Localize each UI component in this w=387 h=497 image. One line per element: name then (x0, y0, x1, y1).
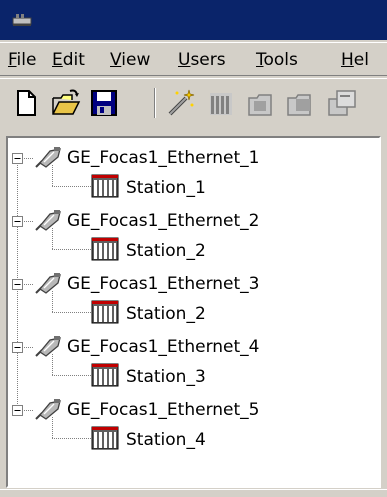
menu-view[interactable]: View (110, 49, 150, 71)
status-bar (0, 489, 387, 497)
menu-tools-accel: T (256, 50, 264, 70)
new-file-icon[interactable] (10, 87, 42, 119)
wand-icon[interactable] (164, 87, 196, 119)
properties-icon[interactable] (325, 87, 357, 119)
ethernet-channel-icon (35, 336, 61, 357)
menu-file-accel: F (8, 50, 17, 70)
menu-file-label: ile (16, 50, 37, 70)
tree-channel-node[interactable]: GE_Focas1_Ethernet_4 (67, 336, 259, 358)
menu-edit-accel: E (52, 50, 63, 70)
menu-users-label: sers (190, 50, 226, 70)
menu-file[interactable]: File (8, 49, 36, 71)
tree-device-node[interactable]: Station_2 (126, 303, 206, 325)
open-folder-icon[interactable] (50, 87, 82, 119)
menu-bar: File Edit View Users Tools Hel (0, 42, 387, 76)
ethernet-channel-icon (35, 147, 61, 168)
menu-help-label: el (353, 50, 369, 70)
menu-view-accel: V (110, 50, 122, 70)
toolbar-separator (154, 88, 156, 118)
title-bar[interactable] (0, 0, 387, 40)
station-device-icon (91, 174, 119, 198)
collapse-toggle-icon[interactable] (12, 153, 23, 164)
new-device-icon[interactable] (284, 87, 316, 119)
tree-channel-node[interactable]: GE_Focas1_Ethernet_5 (67, 399, 259, 421)
menu-view-label: iew (121, 50, 151, 70)
menu-tools-label: ools (263, 50, 298, 70)
tree-channel-node[interactable]: GE_Focas1_Ethernet_2 (67, 210, 259, 232)
collapse-toggle-icon[interactable] (12, 405, 23, 416)
collapse-toggle-icon[interactable] (12, 216, 23, 227)
tree-channel-node[interactable]: GE_Focas1_Ethernet_1 (67, 147, 259, 169)
station-device-icon (91, 426, 119, 450)
app-icon[interactable] (10, 10, 34, 30)
station-device-icon (91, 363, 119, 387)
menu-help-accel: H (341, 50, 354, 70)
new-channel-icon[interactable] (245, 87, 277, 119)
ethernet-channel-icon (35, 210, 61, 231)
menu-edit-label: dit (62, 50, 85, 70)
menu-help[interactable]: Hel (341, 49, 369, 71)
tree-device-node[interactable]: Station_4 (126, 429, 206, 451)
ethernet-channel-icon (35, 273, 61, 294)
station-device-icon (91, 237, 119, 261)
tree-device-node[interactable]: Station_1 (126, 177, 206, 199)
device-icon[interactable] (205, 87, 237, 119)
menu-tools[interactable]: Tools (256, 49, 298, 71)
tree-device-node[interactable]: Station_2 (126, 240, 206, 262)
menu-users-accel: U (178, 50, 191, 70)
toolbar (0, 78, 387, 128)
collapse-toggle-icon[interactable] (12, 279, 23, 290)
menu-users[interactable]: Users (178, 49, 226, 71)
menu-edit[interactable]: Edit (52, 49, 85, 71)
collapse-toggle-icon[interactable] (12, 342, 23, 353)
tree-device-node[interactable]: Station_3 (126, 366, 206, 388)
save-disk-icon[interactable] (88, 87, 120, 119)
ethernet-channel-icon (35, 399, 61, 420)
station-device-icon (91, 300, 119, 324)
tree-channel-node[interactable]: GE_Focas1_Ethernet_3 (67, 273, 259, 295)
channel-tree[interactable]: GE_Focas1_Ethernet_1 Station_1 GE_Focas1_E… (6, 136, 381, 488)
